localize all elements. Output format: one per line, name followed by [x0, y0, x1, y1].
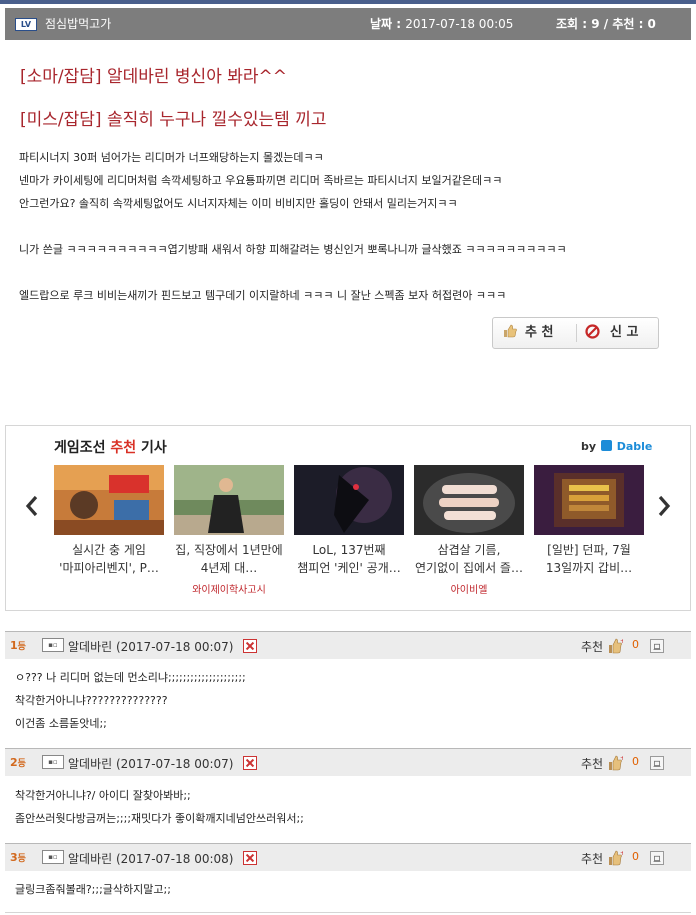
recommend-button[interactable]: 추 천 — [503, 318, 575, 348]
comment-author[interactable]: 알데바린 (2017-07-18 00:07) — [68, 755, 233, 772]
article-title: [일반] 던파, 7월 13일까지 갑비… — [545, 543, 633, 575]
svg-text:+: + — [620, 850, 623, 857]
article-card[interactable]: 삼겹살 기름, 연기없이 집에서 즐… 아이비엘 — [414, 465, 524, 596]
dable-logo[interactable]: by Dable — [581, 440, 652, 453]
article-thumbnail — [534, 465, 644, 535]
thumbs-up-icon[interactable]: + — [607, 754, 623, 771]
post-stats: 조회 : 9 / 추천 : 0 — [556, 17, 656, 31]
article-title: 실시간 충 게임 '마피아리벤지', P… — [59, 543, 159, 575]
article-card[interactable]: 실시간 충 게임 '마피아리벤지', P… — [54, 465, 164, 581]
recommended-title: 게임조선 추천 기사 — [54, 437, 167, 457]
recommended-title-highlight: 추천 — [110, 440, 137, 456]
dable-name: Dable — [616, 440, 653, 453]
comment-rank-number: 2 — [10, 756, 18, 769]
recommended-title-prefix: 게임조선 — [54, 440, 111, 456]
post-header: LV 점심밥먹고가 날짜 : 2017-07-18 00:05 조회 : 9 /… — [5, 8, 691, 40]
comment-text-line: 글링크좀줘볼래?;;;글삭하지말고;; — [15, 883, 171, 896]
post-title-2: [미스/잡담] 솔직히 누구나 낄수있는템 끼고 — [20, 110, 327, 130]
comment-rank: 1등 — [10, 639, 26, 652]
comment-rank-number: 1 — [10, 639, 18, 652]
post-body-line: 넨마가 카이세팅에 리디머처럼 속깍세팅하고 우요툥파끼면 리디머 족바르는 파… — [19, 174, 503, 187]
post-body-line: 니가 쓴글 ㅋㅋㅋㅋㅋㅋㅋㅋㅋㅋ엽기방패 새워서 하향 피해갈려는 병신인거 뽀… — [19, 243, 567, 256]
article-title: 삼겹살 기름, 연기없이 집에서 즐… — [415, 543, 523, 575]
recommended-articles-panel: 게임조선 추천 기사 by Dable 실시간 충 게임 '마피아리벤지', P… — [5, 425, 691, 611]
article-thumbnail — [54, 465, 164, 535]
article-thumbnail — [174, 465, 284, 535]
comment-author[interactable]: 알데바린 (2017-07-18 00:08) — [68, 850, 233, 867]
comment-text-line: 좀안쓰러웟다방금꺼는;;;;재밋다가 좋이확깨지네넘안쓰러워서;; — [15, 812, 304, 825]
top-accent-bar — [0, 0, 696, 4]
comment-text-line: 이건좀 소름돋앗네;; — [15, 717, 107, 730]
thumbs-up-icon — [504, 324, 517, 338]
vote-box: 추 천 신 고 — [492, 317, 659, 349]
level-badge: LV — [15, 18, 37, 31]
report-icon[interactable] — [650, 851, 664, 865]
post-title-1: [소마/잡담] 알데바린 병신아 봐라^^ — [20, 67, 288, 87]
recommended-title-suffix: 기사 — [136, 440, 167, 456]
report-button[interactable]: 신 고 — [585, 318, 657, 348]
comment-rank: 3등 — [10, 851, 26, 864]
comment-header: 2등 ▪▫ 알데바린 (2017-07-18 00:07) 추천 + 0 — [5, 748, 691, 776]
comment-text-line: 착각한거아니냐?????????????? — [15, 694, 168, 707]
post-date: 날짜 : 2017-07-18 00:05 — [370, 16, 513, 32]
delete-icon[interactable] — [243, 639, 257, 653]
dable-by-label: by — [581, 440, 597, 453]
ban-icon — [585, 324, 600, 339]
post-body-line: 파티시너지 30퍼 넘어가는 리디머가 너프왜당하는지 몰겠는데ㅋㅋ — [19, 151, 324, 164]
article-title: 집, 직장에서 1년만에 4년제 대… — [175, 543, 283, 575]
article-card[interactable]: LoL, 137번째 챔피언 '케인' 공개… — [294, 465, 404, 581]
comment-header: 1등 ▪▫ 알데바린 (2017-07-18 00:07) 추천 + 0 — [5, 631, 691, 659]
comment-author[interactable]: 알데바린 (2017-07-18 00:07) — [68, 638, 233, 655]
comment-recommend-label: 추천 — [581, 757, 604, 771]
comment-level-icon: ▪▫ — [42, 755, 64, 769]
comment-recommend-count: 0 — [632, 850, 639, 863]
svg-text:+: + — [620, 638, 623, 645]
author-nickname[interactable]: 점심밥먹고가 — [45, 16, 111, 32]
report-icon[interactable] — [650, 639, 664, 653]
thumbs-up-icon[interactable]: + — [607, 637, 623, 654]
chevron-right-icon[interactable] — [654, 491, 674, 521]
comment-level-icon: ▪▫ — [42, 638, 64, 652]
date-value: 2017-07-18 00:05 — [405, 17, 514, 31]
svg-text:+: + — [620, 755, 623, 762]
comment-divider — [5, 912, 691, 913]
post-body-line: 엘드랍으로 루크 비비는새끼가 핀드보고 템구데기 이지랄하네 ㅋㅋㅋ 니 잘난… — [19, 289, 507, 302]
article-card[interactable]: [일반] 던파, 7월 13일까지 갑비… — [534, 465, 644, 581]
delete-icon[interactable] — [243, 851, 257, 865]
comment-recommend-count: 0 — [632, 638, 639, 651]
comment-rank-number: 3 — [10, 851, 18, 864]
vote-divider — [576, 324, 577, 342]
comment-rank-suffix: 등 — [17, 759, 26, 769]
comment-recommend-label: 추천 — [581, 640, 604, 654]
post-body-line: 안그런가요? 솔직히 속깍세팅없어도 시너지자체는 이미 비비지만 홀딩이 안돼… — [19, 197, 458, 210]
chevron-left-icon[interactable] — [22, 491, 42, 521]
thumbs-up-icon[interactable]: + — [607, 849, 623, 866]
comment-rank: 2등 — [10, 756, 26, 769]
article-title: LoL, 137번째 챔피언 '케인' 공개… — [297, 543, 401, 575]
comment-text-line: ㅇ??? 나 리디머 없는데 먼소리냐;;;;;;;;;;;;;;;;;;;;; — [15, 671, 246, 684]
recommend-label: 추 천 — [525, 325, 554, 340]
report-label: 신 고 — [610, 325, 639, 340]
delete-icon[interactable] — [243, 756, 257, 770]
comment-text-line: 착각한거아니냐?/ 아이디 잘찾아봐바;; — [15, 789, 191, 802]
article-thumbnail — [294, 465, 404, 535]
article-source: 와이제이학사고시 — [192, 585, 266, 596]
comment-rank-suffix: 등 — [17, 642, 26, 652]
article-source: 아이비엘 — [450, 585, 488, 596]
dable-icon — [600, 440, 612, 451]
date-label: 날짜 : — [370, 17, 406, 31]
comment-recommend-label: 추천 — [581, 852, 604, 866]
article-card[interactable]: 집, 직장에서 1년만에 4년제 대… 와이제이학사고시 — [174, 465, 284, 596]
comment-header: 3등 ▪▫ 알데바린 (2017-07-18 00:08) 추천 + 0 — [5, 843, 691, 871]
comment-recommend-count: 0 — [632, 755, 639, 768]
report-icon[interactable] — [650, 756, 664, 770]
article-thumbnail — [414, 465, 524, 535]
comment-rank-suffix: 등 — [17, 854, 26, 864]
comment-level-icon: ▪▫ — [42, 850, 64, 864]
